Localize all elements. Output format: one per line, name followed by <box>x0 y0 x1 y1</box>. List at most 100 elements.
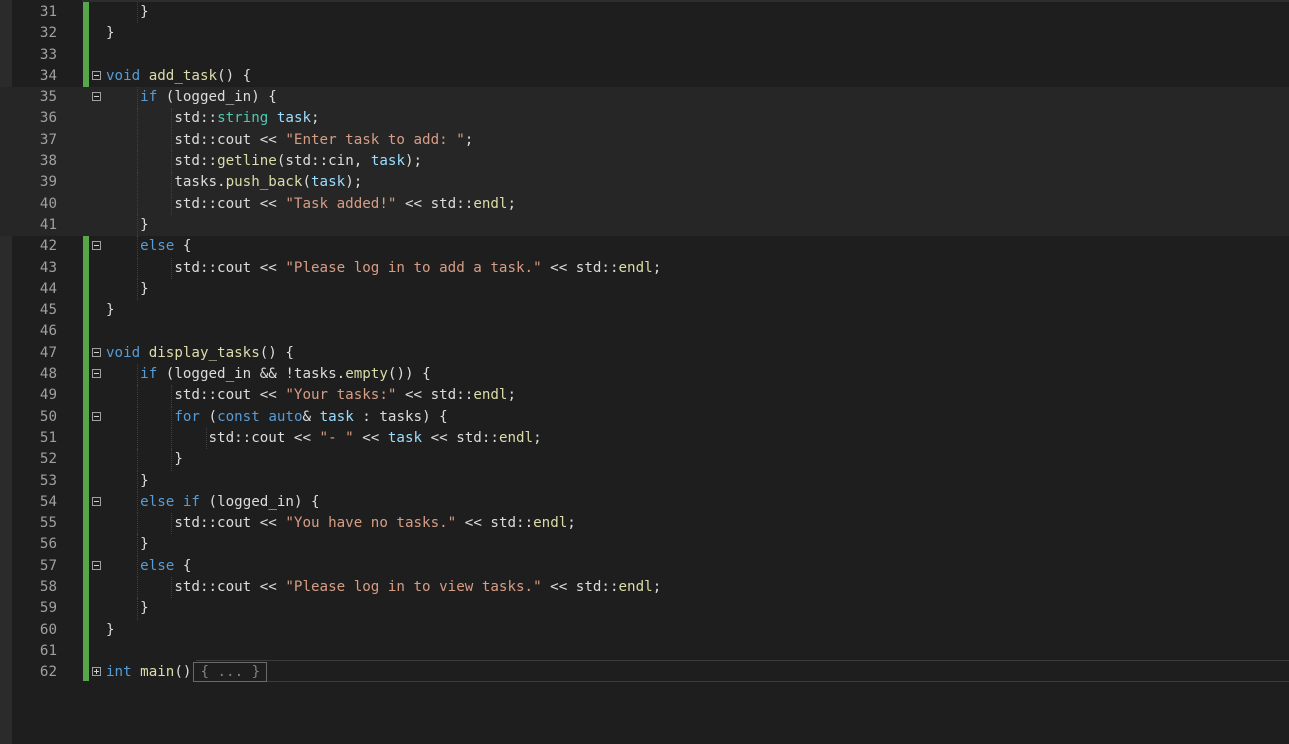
code-token: "Please log in to add a task." <box>285 259 542 276</box>
code-line[interactable]: 56 } <box>0 534 1289 556</box>
code-token: } <box>140 600 149 617</box>
code-line[interactable]: 33 <box>0 45 1289 66</box>
collapse-region-icon[interactable] <box>92 411 101 421</box>
code-line[interactable]: 49 std::cout << "Your tasks:" << std::en… <box>0 385 1289 407</box>
code-token: push_back <box>225 174 303 191</box>
code-line[interactable]: 62 int main(){ ... } <box>0 662 1289 683</box>
code-token: "- " <box>319 429 354 446</box>
code-token: "Task added!" <box>285 195 397 212</box>
code-line[interactable]: 43 std::cout << "Please log in to add a … <box>0 257 1289 279</box>
code-line[interactable]: 45} <box>0 300 1289 321</box>
code-line[interactable]: 38 std::getline(std::cin, task); <box>0 151 1289 173</box>
code-text: std::cout << "Task added!" << std::endl; <box>106 194 516 215</box>
code-token: task <box>319 408 354 425</box>
line-number: 59 <box>39 600 57 617</box>
code-line[interactable]: 46 <box>0 321 1289 342</box>
code-token: << std:: <box>396 387 474 404</box>
code-line[interactable]: 57 else { <box>0 555 1289 578</box>
code-token: ; <box>507 387 517 404</box>
line-number: 46 <box>39 323 57 340</box>
code-text: std::string task; <box>106 108 319 129</box>
indentation <box>106 430 209 446</box>
code-token: if <box>140 89 158 106</box>
code-token: ; <box>652 579 662 596</box>
indentation <box>106 153 174 169</box>
code-token: } <box>174 451 183 468</box>
code-line[interactable]: 35 if (logged_in) { <box>0 87 1289 109</box>
indentation <box>106 558 140 574</box>
expand-region-icon[interactable] <box>92 667 101 677</box>
collapsed-region-button[interactable]: { ... } <box>193 662 268 683</box>
code-line[interactable]: 39 tasks.push_back(task); <box>0 172 1289 194</box>
code-token: ); <box>345 174 363 191</box>
code-token: ( <box>199 408 218 425</box>
code-token: << <box>353 429 388 446</box>
code-line[interactable]: 53 } <box>0 470 1289 492</box>
code-line[interactable]: 32} <box>0 23 1289 44</box>
code-token: ; <box>652 259 662 276</box>
collapse-region-icon[interactable] <box>92 70 101 80</box>
code-token: else <box>140 557 175 574</box>
code-line[interactable]: 37 std::cout << "Enter task to add: "; <box>0 129 1289 152</box>
indentation <box>106 238 140 254</box>
line-number: 58 <box>39 579 57 596</box>
indentation <box>106 579 174 595</box>
line-number: 51 <box>39 429 57 446</box>
code-line[interactable]: 54 else if (logged_in) { <box>0 491 1289 514</box>
code-text: tasks.push_back(task); <box>106 172 362 193</box>
code-line[interactable]: 52 } <box>0 449 1289 471</box>
code-line[interactable]: 44 } <box>0 278 1289 301</box>
code-text: std::cout << "You have no tasks." << std… <box>106 513 576 534</box>
code-text: } <box>106 534 149 555</box>
code-token: task <box>370 153 405 170</box>
code-token: & <box>302 408 320 425</box>
code-text: void add_task() { <box>106 66 251 87</box>
indentation <box>106 217 140 233</box>
code-line[interactable]: 40 std::cout << "Task added!" << std::en… <box>0 193 1289 215</box>
indentation <box>106 366 140 382</box>
code-token: void <box>106 344 141 361</box>
indentation <box>106 515 174 531</box>
code-token: display_tasks <box>148 344 260 361</box>
code-text: } <box>106 279 149 300</box>
collapse-region-icon[interactable] <box>92 241 101 251</box>
code-token: (logged_in) { <box>157 89 277 106</box>
collapse-region-icon[interactable] <box>92 347 101 357</box>
code-token: () <box>174 664 192 681</box>
code-editor[interactable]: 31 } 32} 33 34 void add_task() {35 if (logge… <box>0 2 1289 684</box>
code-line[interactable]: 59 } <box>0 598 1289 620</box>
collapse-region-icon[interactable] <box>92 496 101 506</box>
code-token: } <box>140 216 149 233</box>
code-line[interactable]: 55 std::cout << "You have no tasks." << … <box>0 513 1289 535</box>
code-line[interactable]: 51 std::cout << "- " << task << std::end… <box>0 427 1289 450</box>
code-token: } <box>140 280 149 297</box>
collapse-region-icon[interactable] <box>92 369 101 379</box>
code-token: ; <box>507 195 517 212</box>
code-line[interactable]: 36 std::string task; <box>0 108 1289 130</box>
code-token: << std:: <box>541 259 619 276</box>
code-line[interactable]: 48 if (logged_in && !tasks.empty()) { <box>0 364 1289 386</box>
collapse-region-icon[interactable] <box>92 92 101 102</box>
code-token: for <box>174 408 200 425</box>
code-line[interactable]: 61 <box>0 641 1289 662</box>
line-number: 61 <box>39 642 57 659</box>
indentation <box>106 110 174 126</box>
code-line[interactable]: 34 void add_task() { <box>0 66 1289 87</box>
collapse-region-icon[interactable] <box>92 560 101 570</box>
code-line[interactable]: 42 else { <box>0 236 1289 258</box>
code-line[interactable]: 58 std::cout << "Please log in to view t… <box>0 577 1289 599</box>
code-token: endl <box>618 259 653 276</box>
code-token: { <box>174 557 192 574</box>
code-token: ; <box>567 515 576 532</box>
line-number: 55 <box>39 515 57 532</box>
code-token: { <box>174 238 192 255</box>
line-number: 60 <box>39 621 57 638</box>
code-line[interactable]: 50 for (const auto& task : tasks) { <box>0 406 1289 428</box>
code-line[interactable]: 60} <box>0 620 1289 641</box>
code-line[interactable]: 31 } <box>0 2 1289 24</box>
code-line[interactable]: 41 } <box>0 214 1289 237</box>
line-number: 54 <box>39 493 57 510</box>
code-line[interactable]: 47 void display_tasks() { <box>0 343 1289 364</box>
